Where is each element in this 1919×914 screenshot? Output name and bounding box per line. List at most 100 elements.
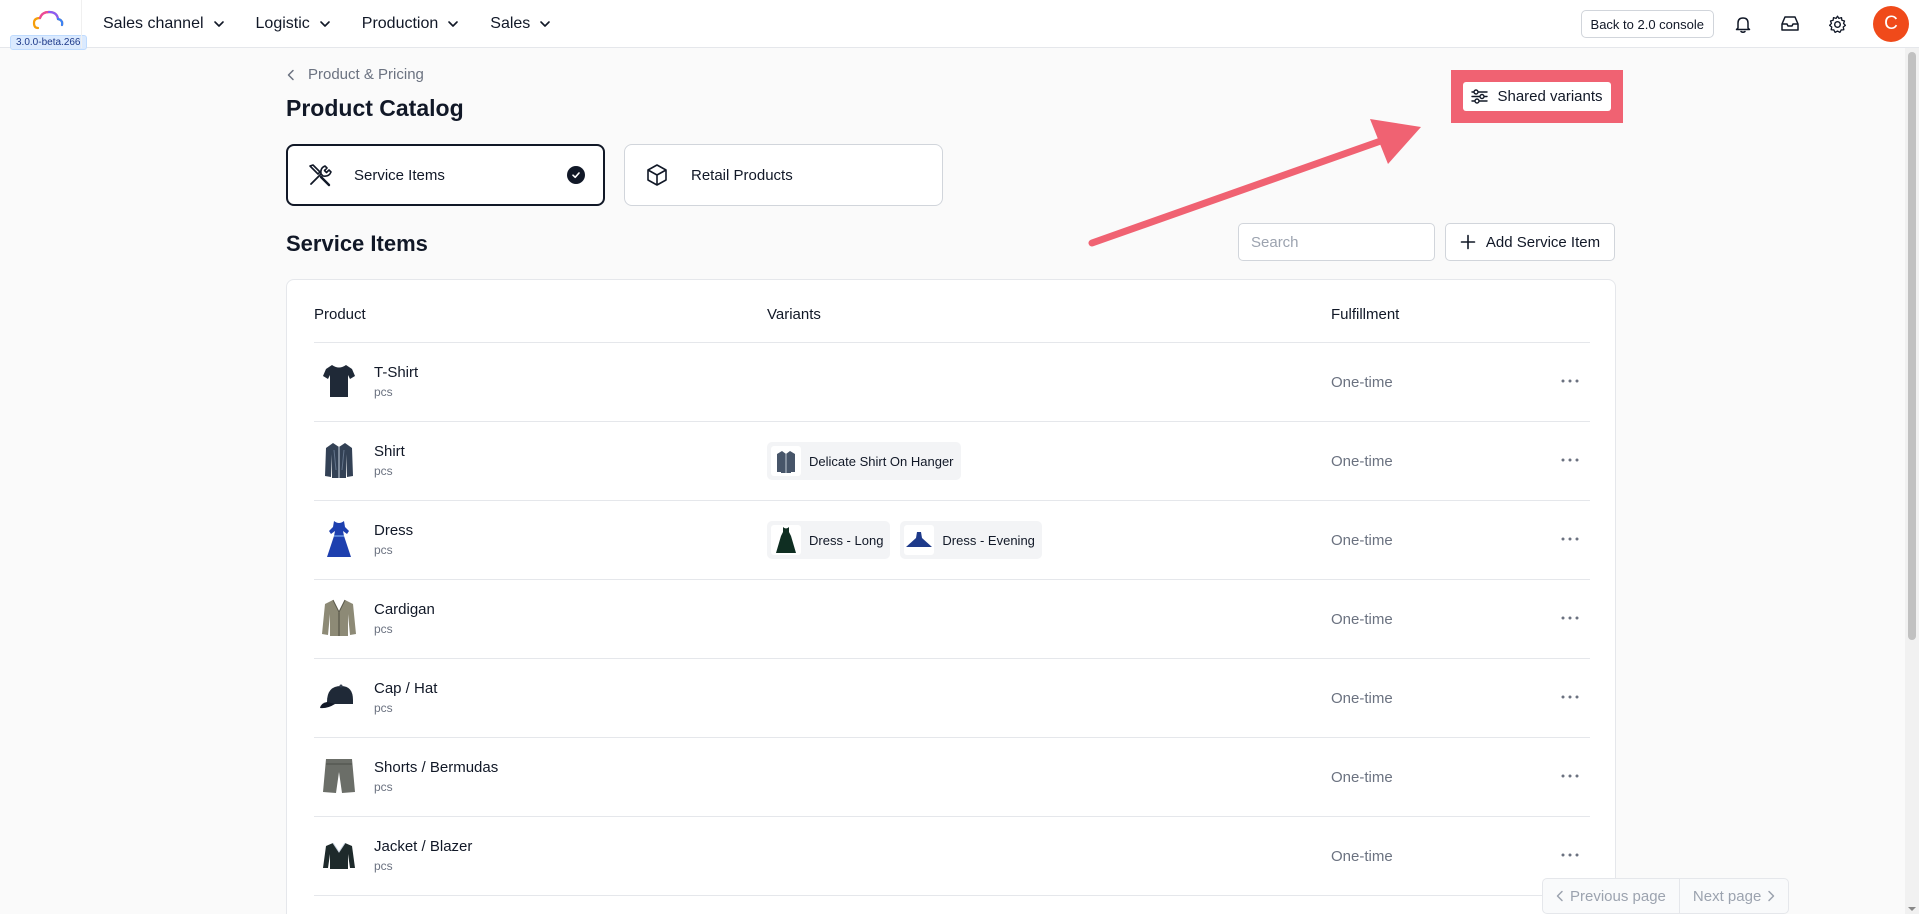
main-nav: Sales channel Logistic Production Sales xyxy=(103,0,552,48)
fulfillment-value: One-time xyxy=(1331,453,1393,470)
table-row[interactable]: Shirt pcs Delicate Shirt On Hanger One-t… xyxy=(314,422,1590,501)
chevron-right-icon xyxy=(1768,890,1775,902)
nav-label: Sales xyxy=(490,15,531,32)
logo-divider xyxy=(81,0,82,48)
shirt-image-icon xyxy=(318,439,360,481)
chevron-down-icon xyxy=(540,21,551,27)
scrollbar-thumb[interactable] xyxy=(1908,52,1916,640)
more-options-icon[interactable] xyxy=(1558,529,1582,549)
scroll-down-arrow-icon[interactable] xyxy=(1907,904,1917,914)
product-name: Shorts / Bermudas xyxy=(374,759,499,776)
shared-variants-button[interactable]: Shared variants xyxy=(1463,82,1611,111)
breadcrumb[interactable]: Product & Pricing xyxy=(286,66,424,83)
chevron-left-icon xyxy=(287,69,294,80)
add-service-item-label: Add Service Item xyxy=(1485,233,1601,251)
nav-logistic[interactable]: Logistic xyxy=(256,15,332,33)
top-actions: Back to 2.0 console C xyxy=(1580,0,1909,48)
fulfillment-value: One-time xyxy=(1331,611,1393,628)
next-page-button[interactable]: Next page xyxy=(1678,879,1788,913)
table-row[interactable]: Cap / Hat pcs One-time xyxy=(314,659,1590,738)
app-logo[interactable]: 3.0.0-beta.266 xyxy=(6,6,87,50)
nav-production[interactable]: Production xyxy=(362,15,461,33)
long-dress-image-icon xyxy=(771,525,801,555)
previous-page-button[interactable]: Previous page xyxy=(1543,879,1679,913)
product-name: Shirt xyxy=(374,443,405,460)
chevron-down-icon xyxy=(448,21,459,27)
add-service-item-button[interactable]: Add Service Item xyxy=(1445,223,1615,261)
more-options-icon[interactable] xyxy=(1558,608,1582,628)
inbox-icon[interactable] xyxy=(1779,13,1801,35)
chevron-left-icon xyxy=(1556,890,1563,902)
gear-icon[interactable] xyxy=(1826,13,1848,35)
product-unit: pcs xyxy=(374,780,393,794)
product-unit: pcs xyxy=(374,701,393,715)
fulfillment-value: One-time xyxy=(1331,848,1393,865)
variant-chip[interactable]: Delicate Shirt On Hanger xyxy=(767,442,961,480)
breadcrumb-label: Product & Pricing xyxy=(308,66,424,83)
sliders-icon xyxy=(1471,89,1489,104)
page-title: Product Catalog xyxy=(286,95,464,121)
version-badge: 3.0.0-beta.266 xyxy=(10,35,87,50)
table-row[interactable]: Dress pcs Dress - Long Dress - Evening O… xyxy=(314,501,1590,580)
product-name: Cardigan xyxy=(374,601,435,618)
tools-icon xyxy=(306,161,334,189)
more-options-icon[interactable] xyxy=(1558,687,1582,707)
nav-sales[interactable]: Sales xyxy=(490,15,552,33)
cap-image-icon xyxy=(318,676,360,718)
plus-icon xyxy=(1460,234,1476,250)
table-row[interactable]: Shorts / Bermudas pcs One-time xyxy=(314,738,1590,817)
fulfillment-value: One-time xyxy=(1331,769,1393,786)
column-header-fulfillment: Fulfillment xyxy=(1331,306,1400,323)
variant-chip[interactable]: Dress - Long xyxy=(767,521,891,559)
jacket-image-icon xyxy=(318,834,360,876)
tshirt-image-icon xyxy=(318,360,360,402)
box-icon xyxy=(643,161,671,189)
chevron-down-icon xyxy=(213,21,224,27)
shorts-image-icon xyxy=(318,755,360,797)
column-header-product: Product xyxy=(314,306,366,323)
product-name: Cap / Hat xyxy=(374,680,438,697)
tab-label: Service Items xyxy=(354,166,445,184)
search-input[interactable] xyxy=(1238,223,1435,261)
previous-page-label: Previous page xyxy=(1570,887,1666,905)
variants-list: Dress - Long Dress - Evening xyxy=(767,521,1042,559)
tab-service-items[interactable]: Service Items xyxy=(286,144,605,206)
user-avatar[interactable]: C xyxy=(1873,6,1909,42)
shared-variants-highlight: Shared variants xyxy=(1451,70,1623,123)
dress-image-icon xyxy=(318,518,360,560)
tab-retail-products[interactable]: Retail Products xyxy=(624,144,943,206)
product-unit: pcs xyxy=(374,464,393,478)
fulfillment-value: One-time xyxy=(1331,690,1393,707)
variant-label: Dress - Evening xyxy=(942,532,1035,548)
variant-label: Delicate Shirt On Hanger xyxy=(809,453,954,469)
variants-list: Delicate Shirt On Hanger xyxy=(767,442,961,480)
product-name: T-Shirt xyxy=(374,364,419,381)
more-options-icon[interactable] xyxy=(1558,371,1582,391)
shared-variants-label: Shared variants xyxy=(1497,88,1603,105)
nav-label: Logistic xyxy=(255,15,310,32)
bell-icon[interactable] xyxy=(1732,13,1754,35)
table-row[interactable]: T-Shirt pcs One-time xyxy=(314,343,1590,422)
more-options-icon[interactable] xyxy=(1558,766,1582,786)
product-name: Dress xyxy=(374,522,414,539)
table-header: Product Variants Fulfillment xyxy=(314,280,1590,343)
table-row[interactable]: Cardigan pcs One-time xyxy=(314,580,1590,659)
chevron-down-icon xyxy=(319,21,330,27)
fulfillment-value: One-time xyxy=(1331,532,1393,549)
more-options-icon[interactable] xyxy=(1558,845,1582,865)
cloud-logo-icon xyxy=(32,10,64,30)
fulfillment-value: One-time xyxy=(1331,374,1393,391)
variant-chip[interactable]: Dress - Evening xyxy=(900,521,1042,559)
cardigan-image-icon xyxy=(318,597,360,639)
more-options-icon[interactable] xyxy=(1558,450,1582,470)
back-to-console-button[interactable]: Back to 2.0 console xyxy=(1580,10,1714,38)
column-header-variants: Variants xyxy=(767,306,821,323)
product-unit: pcs xyxy=(374,385,393,399)
table-row[interactable]: Jacket / Blazer pcs One-time xyxy=(314,817,1590,896)
product-unit: pcs xyxy=(374,543,393,557)
nav-sales-channel[interactable]: Sales channel xyxy=(103,15,226,33)
top-bar: 3.0.0-beta.266 Sales channel Logistic Pr… xyxy=(0,0,1919,50)
evening-dress-image-icon xyxy=(904,525,935,555)
product-name: Jacket / Blazer xyxy=(374,838,473,855)
variant-label: Dress - Long xyxy=(809,532,884,548)
